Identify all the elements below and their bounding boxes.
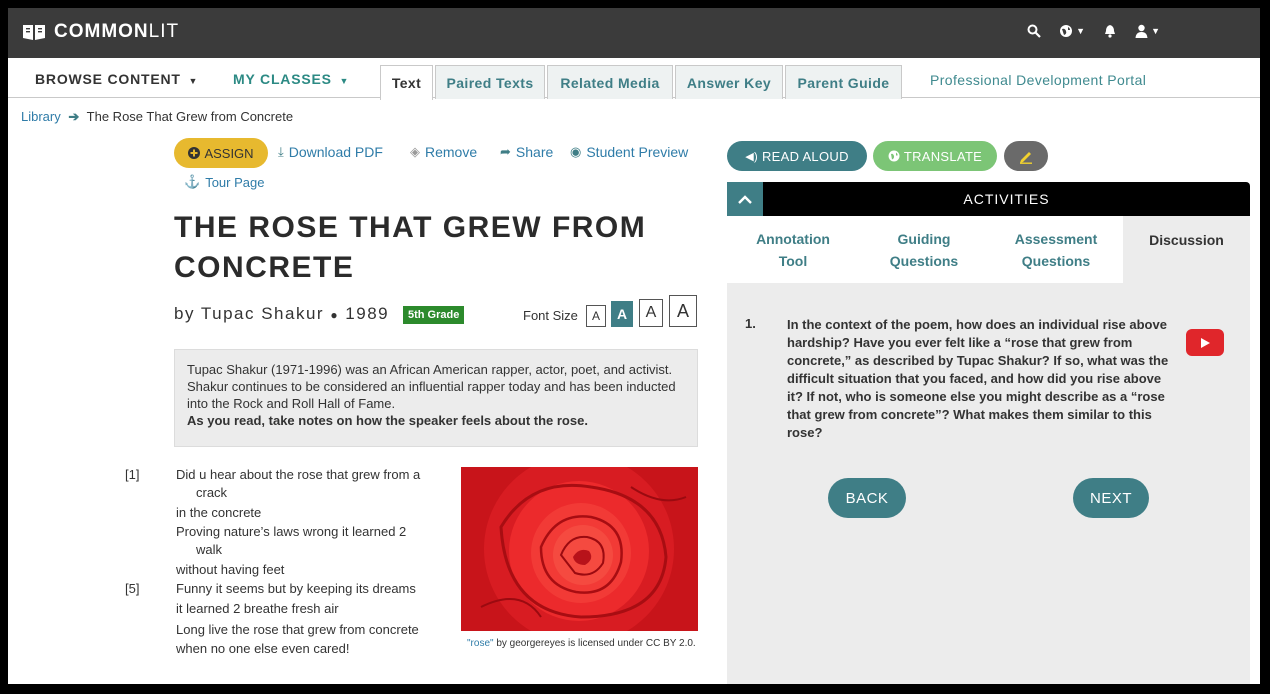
poem-line[interactable]: when no one else even cared! <box>176 641 349 656</box>
tab-text[interactable]: Text <box>380 65 433 100</box>
my-classes-menu[interactable]: MY CLASSES ▼ <box>233 71 349 87</box>
year: 1989 <box>345 304 390 323</box>
font-size-small-button[interactable]: A <box>586 305 606 327</box>
breadcrumb-library[interactable]: Library <box>21 109 61 124</box>
read-aloud-button[interactable]: ◀) READ ALOUD <box>727 141 867 171</box>
globe-icon[interactable]: ▼ <box>1059 24 1085 38</box>
back-button[interactable]: BACK <box>828 478 906 518</box>
youtube-button[interactable] <box>1186 329 1224 356</box>
discussion-panel: 1. In the context of the poem, how does … <box>727 283 1250 684</box>
poem-line[interactable]: Long live the rose that grew from concre… <box>176 622 419 637</box>
share-button[interactable]: ➦ Share <box>500 144 553 160</box>
line-number: [5] <box>125 581 140 596</box>
assign-button[interactable]: ASSIGN <box>174 138 268 168</box>
question-number: 1. <box>745 316 756 331</box>
anchor-icon: ⚓ <box>184 174 201 189</box>
poem-line[interactable]: in the concrete <box>176 505 261 520</box>
arrow-right-icon: ➔ <box>68 109 80 124</box>
browse-content-menu[interactable]: BROWSE CONTENT ▼ <box>35 71 198 87</box>
poem-line[interactable]: Did u hear about the rose that grew from… <box>176 467 420 482</box>
font-size-label: Font Size <box>523 308 578 323</box>
font-size-large-button[interactable]: A <box>639 299 663 327</box>
professional-development-link[interactable]: Professional Development Portal <box>930 72 1146 88</box>
chevron-down-icon: ▼ <box>1076 26 1086 36</box>
translate-button[interactable]: TRANSLATE <box>873 141 997 171</box>
speaker-icon: ◀) <box>745 150 758 163</box>
student-preview-button[interactable]: ◉ Student Preview <box>570 144 688 160</box>
download-icon: ⤓ <box>278 144 284 159</box>
top-bar: COMMON LIT ▼ ▼ <box>8 8 1260 58</box>
image-caption: "rose" by georgereyes is licensed under … <box>467 637 697 650</box>
commonlit-logo[interactable]: COMMON LIT <box>22 21 179 43</box>
caption-text: by georgereyes is licensed under CC BY 2… <box>493 638 696 649</box>
font-size-medium-button[interactable]: A <box>611 301 633 327</box>
share-icon: ➦ <box>500 144 511 159</box>
search-icon[interactable] <box>1027 24 1041 38</box>
poem-line[interactable]: walk <box>196 542 222 557</box>
tour-page-button[interactable]: ⚓ Tour Page <box>184 174 264 190</box>
font-size-xlarge-button[interactable]: A <box>669 295 697 327</box>
poem-line[interactable]: without having feet <box>176 562 284 577</box>
poem-line[interactable]: it learned 2 breathe fresh air <box>176 601 339 616</box>
content-nav: BROWSE CONTENT ▼ MY CLASSES ▼ Text Paire… <box>8 58 1260 100</box>
line-number: [1] <box>125 467 140 482</box>
app-frame: COMMON LIT ▼ ▼ BROWSE CONTENT ▼ MY CLASSE… <box>8 8 1260 684</box>
tab-discussion[interactable]: Discussion <box>1123 216 1250 283</box>
byline: by Tupac Shakur ● 1989 <box>174 304 389 324</box>
poem-line[interactable]: Funny it seems but by keeping its dreams <box>176 581 416 596</box>
chevron-down-icon: ▼ <box>1151 26 1160 36</box>
download-pdf-button[interactable]: ⤓ Download PDF <box>278 144 383 160</box>
book-icon <box>23 25 45 40</box>
poem-line[interactable]: Proving nature’s laws wrong it learned 2 <box>176 524 406 539</box>
eye-icon: ◉ <box>570 144 582 159</box>
text-title: THE ROSE THAT GREW FROM CONCRETE <box>174 211 647 284</box>
highlighter-button[interactable] <box>1004 141 1048 171</box>
breadcrumb: Library ➔ The Rose That Grew from Concre… <box>21 109 293 125</box>
activities-header: ACTIVITIES <box>727 182 1250 216</box>
top-icons: ▼ ▼ <box>1027 24 1160 38</box>
question-text: In the context of the poem, how does an … <box>787 317 1169 440</box>
activity-tabs: Annotation Tool Guiding Questions Assessme… <box>727 216 1250 283</box>
brand-light: LIT <box>148 21 180 42</box>
activities-title: ACTIVITIES <box>963 191 1050 207</box>
brand-bold: COMMON <box>54 21 149 42</box>
tab-annotation-tool[interactable]: Annotation Tool <box>727 216 859 283</box>
tab-paired-texts[interactable]: Paired Texts <box>435 65 545 99</box>
remove-button[interactable]: ◈ Remove <box>410 144 477 160</box>
tab-answer-key[interactable]: Answer Key <box>675 65 783 99</box>
caption-link[interactable]: "rose" <box>467 638 494 649</box>
remove-icon: ◈ <box>410 144 420 159</box>
plus-circle-icon <box>188 147 201 159</box>
tab-related-media[interactable]: Related Media <box>547 65 673 99</box>
next-button[interactable]: NEXT <box>1073 478 1149 518</box>
bell-icon[interactable] <box>1103 24 1117 38</box>
pencil-icon <box>1020 152 1032 164</box>
tab-assessment-questions[interactable]: Assessment Questions <box>989 216 1123 283</box>
breadcrumb-current: The Rose That Grew from Concrete <box>86 109 294 124</box>
globe-icon <box>888 150 900 162</box>
poem-line[interactable]: crack <box>196 485 227 500</box>
play-icon <box>1201 337 1210 348</box>
dot-separator: ● <box>330 308 340 322</box>
grade-badge: 5th Grade <box>403 306 465 324</box>
intro-box: Tupac Shakur (1971-1996) was an African … <box>174 349 698 447</box>
tab-guiding-questions[interactable]: Guiding Questions <box>859 216 989 283</box>
user-icon[interactable]: ▼ <box>1135 24 1160 38</box>
tab-parent-guide[interactable]: Parent Guide <box>785 65 902 99</box>
intro-text: Tupac Shakur (1971-1996) was an African … <box>187 362 676 411</box>
author: by Tupac Shakur <box>174 304 325 323</box>
intro-bold: As you read, take notes on how the speak… <box>187 413 588 428</box>
rose-image <box>461 467 698 631</box>
